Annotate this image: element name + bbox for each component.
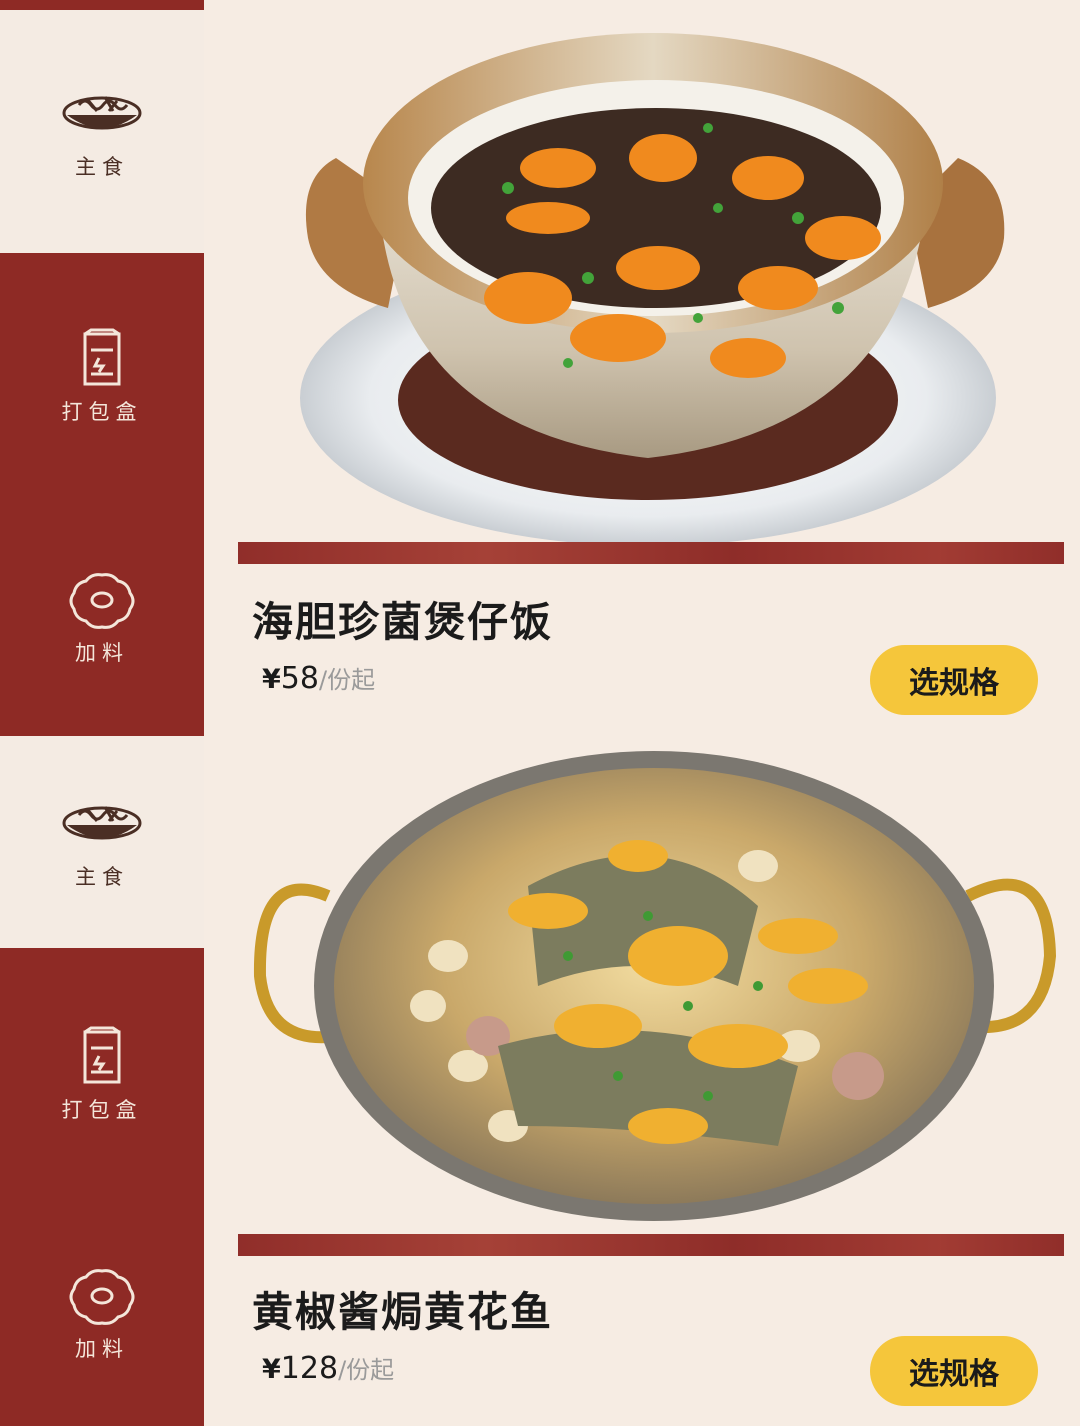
- sidebar-item-takeout-box[interactable]: 打包盒: [0, 253, 204, 500]
- sidebar-item-label: 主食: [75, 154, 129, 179]
- sidebar-item-label: 主食: [75, 865, 129, 889]
- choose-spec-button[interactable]: 选规格: [870, 1336, 1038, 1406]
- dish-name: 海胆珍菌煲仔饭: [252, 598, 553, 646]
- choose-spec-button[interactable]: 选规格: [870, 645, 1038, 715]
- price-currency: ¥: [262, 1354, 281, 1385]
- dish-price: ¥ 58 /份起: [262, 660, 375, 696]
- price-unit: /份起: [318, 666, 376, 694]
- dish-price: ¥ 128 /份起: [262, 1350, 394, 1386]
- decorative-divider-band: [238, 542, 1064, 564]
- rice-bowl-icon: [62, 806, 142, 840]
- decorative-divider-band: [238, 1234, 1064, 1256]
- sidebar-item-takeout-box[interactable]: 打包盒: [0, 948, 204, 1202]
- sidebar-item-label: 打包盒: [61, 399, 143, 424]
- yellow-croaker-photo[interactable]: [238, 746, 1064, 1234]
- dish-list: 海胆珍菌煲仔饭 ¥ 58 /份起 选规格 黄椒酱焗黄花鱼 ¥ 128 /份起 选…: [204, 0, 1080, 1426]
- takeout-box-icon: [83, 328, 121, 385]
- price-value: 58: [280, 661, 319, 696]
- sidebar-item-toppings[interactable]: 加料: [0, 1202, 204, 1426]
- takeout-box-icon: [83, 1026, 121, 1084]
- sidebar-top-strip: [0, 0, 204, 10]
- sidebar-item-label: 加料: [75, 1337, 129, 1361]
- price-value: 128: [280, 1351, 339, 1386]
- sidebar-item-label: 加料: [75, 641, 129, 665]
- sidebar-item-label: 打包盒: [61, 1098, 143, 1122]
- rice-bowl-icon: [62, 95, 142, 129]
- sidebar-item-toppings[interactable]: 加料: [0, 500, 204, 736]
- price-currency: ¥: [262, 664, 281, 695]
- topping-ring-icon: [69, 1269, 135, 1325]
- dish-card[interactable]: 海胆珍菌煲仔饭 ¥ 58 /份起 选规格: [204, 0, 1080, 736]
- topping-ring-icon: [69, 573, 135, 629]
- price-unit: /份起: [338, 1356, 395, 1384]
- claypot-rice-photo[interactable]: [238, 8, 1064, 542]
- dish-card[interactable]: 黄椒酱焗黄花鱼 ¥ 128 /份起 选规格: [204, 736, 1080, 1426]
- sidebar-item-staple[interactable]: 主食: [0, 736, 204, 948]
- dish-name: 黄椒酱焗黄花鱼: [252, 1288, 553, 1336]
- sidebar-item-staple[interactable]: 主食: [0, 10, 204, 253]
- category-sidebar: 主食 打包盒 加料 主食 打包盒 加料: [0, 0, 204, 1426]
